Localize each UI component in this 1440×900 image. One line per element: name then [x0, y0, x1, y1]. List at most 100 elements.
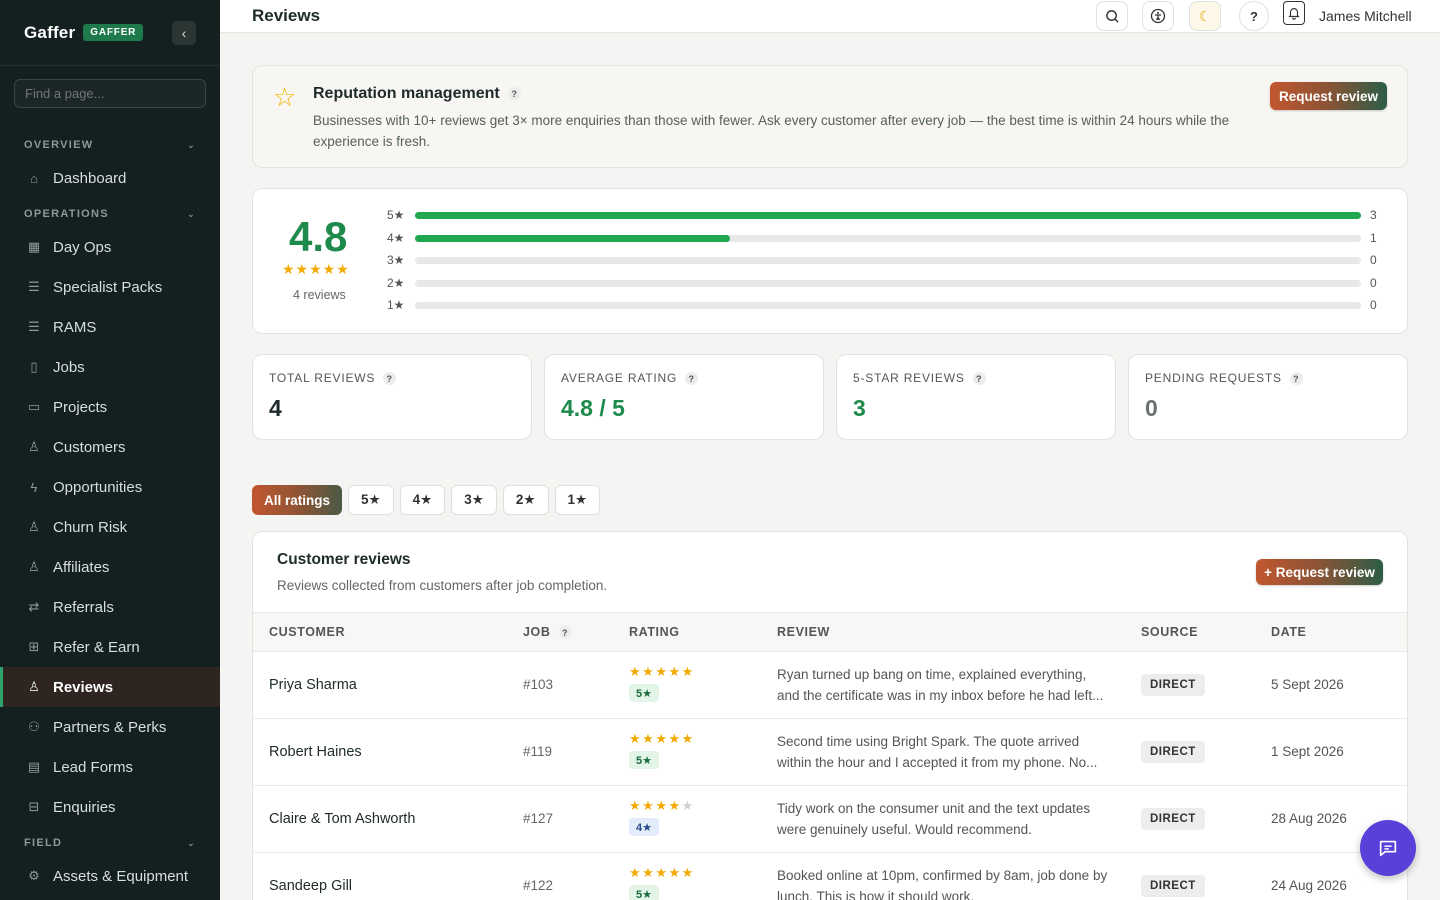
customer-name[interactable]: Claire & Tom Ashworth — [269, 811, 415, 827]
star-icon: ★ — [668, 798, 682, 813]
rating-badge: 5★ — [629, 684, 659, 702]
stat-label: AVERAGE RATING? — [561, 371, 699, 386]
table-row[interactable]: Robert Haines #119 ★★★★★ 5★ Second time usin… — [253, 719, 1407, 786]
sidebar-item-reviews[interactable]: ♙ Reviews — [0, 667, 220, 707]
collapse-sidebar-button[interactable]: ‹ — [172, 21, 196, 45]
find-page-input[interactable] — [14, 79, 206, 108]
help-icon[interactable]: ? — [507, 87, 521, 101]
rating-bar-count: 1 — [1370, 230, 1377, 245]
job-number[interactable]: #119 — [523, 744, 552, 759]
star-icon: ★ — [642, 731, 656, 746]
sidebar-item-partners-perks[interactable]: ⚇ Partners & Perks — [0, 707, 220, 747]
help-icon[interactable]: ? — [558, 626, 572, 640]
rating-bar-label: 3★ — [387, 253, 405, 267]
sidebar-item-affiliates[interactable]: ♙ Affiliates — [0, 547, 220, 587]
review-text: Ryan turned up bang on time, explained e… — [777, 667, 1104, 703]
sidebar-item-referrals[interactable]: ⇄ Referrals — [0, 587, 220, 627]
job-number[interactable]: #103 — [523, 677, 553, 692]
job-number[interactable]: #122 — [523, 878, 553, 893]
sidebar-item-assets-equipment[interactable]: ⚙ Assets & Equipment — [0, 856, 220, 896]
column-rating[interactable]: RATING — [629, 625, 680, 639]
job-number[interactable]: #127 — [523, 811, 553, 826]
column-customer[interactable]: CUSTOMER — [269, 625, 345, 639]
help-icon[interactable]: ? — [685, 372, 699, 386]
section-field[interactable]: FIELD ⌄ — [0, 835, 220, 851]
search-button[interactable] — [1096, 1, 1128, 31]
table-row[interactable]: Claire & Tom Ashworth #127 ★★★★★ 4★ Tidy wor… — [253, 786, 1407, 853]
sidebar-item-specialist-packs[interactable]: ☰ Specialist Packs — [0, 267, 220, 307]
brand-name: Gaffer — [24, 22, 76, 42]
star-icon: ★ — [655, 664, 669, 679]
column-job[interactable]: JOB? — [523, 625, 572, 640]
star-icon: ★ — [655, 865, 669, 880]
rating-bar-label: 1★ — [387, 298, 405, 312]
home-icon: ⌂ — [30, 170, 38, 186]
sidebar-item-day-ops[interactable]: ▦ Day Ops — [0, 227, 220, 267]
gear-icon: ⚙ — [28, 868, 40, 883]
star-icon: ★ — [642, 664, 656, 679]
rating-badge: 4★ — [629, 818, 659, 836]
document-icon: ▤ — [27, 759, 41, 774]
filter-all-ratings[interactable]: All ratings — [252, 485, 343, 515]
rating-badge: 5★ — [629, 885, 659, 900]
page-title: Reviews — [252, 6, 321, 25]
chat-button[interactable] — [1360, 820, 1416, 876]
sidebar-item-dashboard[interactable]: ⌂ Dashboard — [0, 158, 220, 198]
stat-value: 0 — [1145, 395, 1158, 421]
filter-2-star[interactable]: 2★ — [502, 485, 549, 515]
rating-bar-count: 3 — [1370, 208, 1377, 222]
user-name[interactable]: James Mitchell — [1319, 8, 1412, 24]
source-badge: DIRECT — [1141, 808, 1205, 830]
filter-4-star[interactable]: 4★ — [399, 485, 446, 515]
sidebar-item-enquiries[interactable]: ⊟ Enquiries — [0, 787, 220, 827]
theme-toggle-button[interactable]: ☾ — [1189, 1, 1221, 31]
customer-name[interactable]: Priya Sharma — [269, 677, 357, 693]
rating-stars: ★★★★★ — [629, 798, 695, 814]
notifications-button[interactable] — [1283, 1, 1305, 25]
filter-1-star[interactable]: 1★ — [554, 485, 601, 515]
rating-bar-track — [415, 279, 1361, 287]
sidebar-nav: OVERVIEW ⌄ ⌂ Dashboard OPERATIONS ⌄ ▦ Day Ops ☰ S… — [0, 137, 220, 896]
column-source[interactable]: SOURCE — [1141, 625, 1198, 639]
section-overview[interactable]: OVERVIEW ⌄ — [0, 137, 220, 153]
table-row[interactable]: Priya Sharma #103 ★★★★★ 5★ Ryan turned up ba… — [253, 652, 1407, 719]
sidebar-item-projects[interactable]: ▭ Projects — [0, 387, 220, 427]
table-row[interactable]: Sandeep Gill #122 ★★★★★ 5★ Booked online at … — [253, 853, 1407, 900]
review-count: 4 reviews — [293, 288, 346, 302]
request-review-button[interactable]: Request review — [1270, 82, 1387, 110]
sidebar-item-customers[interactable]: ♙ Customers — [0, 427, 220, 467]
search-icon — [1105, 9, 1119, 23]
clipboard-icon: ▯ — [30, 359, 38, 374]
star-icon: ★ — [629, 865, 643, 880]
sidebar-item-lead-forms[interactable]: ▤ Lead Forms — [0, 747, 220, 787]
sidebar-item-opportunities[interactable]: ϟ Opportunities — [0, 467, 220, 507]
review-text: Tidy work on the consumer unit and the t… — [777, 801, 1091, 837]
rating-bar-track — [415, 212, 1361, 219]
star-icon: ★ — [681, 731, 695, 746]
help-icon[interactable]: ? — [1289, 372, 1303, 386]
review-date: 1 Sept 2026 — [1271, 744, 1344, 759]
sidebar-item-churn-risk[interactable]: ♙ Churn Risk — [0, 507, 220, 547]
sidebar-item-refer-earn[interactable]: ⊞ Refer & Earn — [0, 627, 220, 667]
sidebar-item-rams[interactable]: ☰ RAMS — [0, 307, 220, 347]
stat-label: TOTAL REVIEWS? — [269, 371, 397, 386]
customer-name[interactable]: Sandeep Gill — [269, 878, 352, 894]
column-review[interactable]: REVIEW — [777, 625, 830, 639]
star-icon: ★ — [681, 865, 695, 880]
add-request-review-button[interactable]: + Request review — [1256, 559, 1383, 585]
stat-value: 3 — [853, 395, 866, 421]
sidebar-item-jobs[interactable]: ▯ Jobs — [0, 347, 220, 387]
column-date[interactable]: DATE — [1271, 625, 1307, 639]
customer-name[interactable]: Robert Haines — [269, 744, 362, 760]
brand: Gaffer GAFFER ‹ — [0, 0, 220, 66]
filter-5-star[interactable]: 5★ — [348, 485, 394, 515]
rating-bar-count: 0 — [1370, 253, 1377, 267]
filter-3-star[interactable]: 3★ — [451, 485, 497, 515]
help-icon[interactable]: ? — [972, 372, 986, 386]
accessibility-button[interactable] — [1142, 1, 1174, 31]
help-button[interactable]: ? — [1239, 1, 1269, 31]
help-icon[interactable]: ? — [383, 372, 397, 386]
chevron-down-icon: ⌄ — [187, 837, 196, 848]
source-badge: DIRECT — [1141, 875, 1205, 897]
section-operations[interactable]: OPERATIONS ⌄ — [0, 206, 220, 222]
